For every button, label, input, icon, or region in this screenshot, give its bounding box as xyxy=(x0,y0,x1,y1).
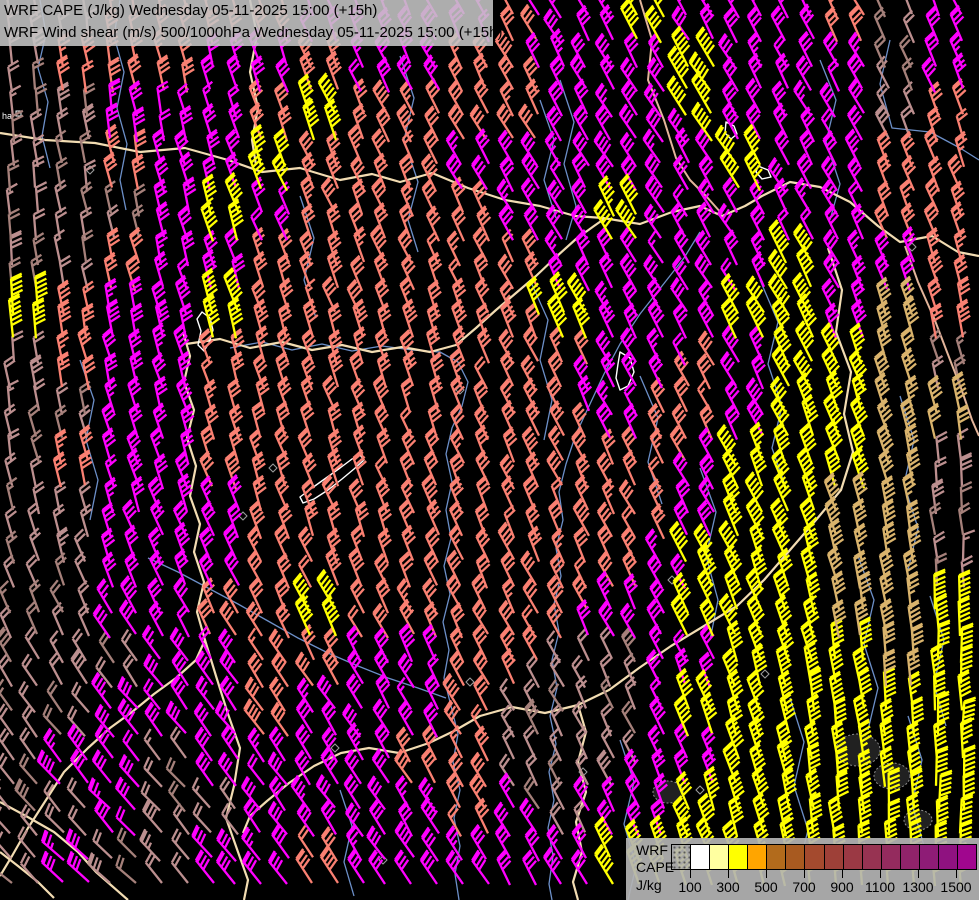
legend-cell xyxy=(861,845,881,869)
cape-legend: WRF CAPE J/kg 100 300 500 700 900 1100 1300 150… xyxy=(626,838,979,900)
legend-title-cape: CAPE xyxy=(636,859,675,875)
legend-tick-label: 700 xyxy=(792,879,816,895)
legend-cell xyxy=(899,845,919,869)
legend-tick xyxy=(690,869,691,878)
legend-cell xyxy=(690,845,710,869)
legend-cell xyxy=(766,845,786,869)
city-marker xyxy=(695,785,705,795)
legend-cell xyxy=(804,845,824,869)
wind-barbs-magenta xyxy=(36,0,967,886)
title-bar: WRF CAPE (J/kg) Wednesday 05-11-2025 15:… xyxy=(0,0,503,46)
legend-cell xyxy=(918,845,938,869)
wind-barbs-dark-brown xyxy=(0,0,973,884)
city-marker xyxy=(465,677,475,687)
legend-tick xyxy=(728,869,729,878)
legend-cell xyxy=(823,845,843,869)
legend-tick xyxy=(956,869,957,878)
legend-cell xyxy=(785,845,805,869)
legend-cell xyxy=(842,845,862,869)
city-marker xyxy=(268,463,278,473)
legend-cell xyxy=(747,845,767,869)
legend-cell xyxy=(956,845,976,869)
weather-map-screen: ha WRF CAPE (J/kg) Wednesday 05-11-2025 … xyxy=(0,0,979,900)
wind-barbs-tan-khaki xyxy=(823,275,970,687)
city-marker xyxy=(760,669,770,679)
legend-tick xyxy=(804,869,805,878)
legend-tick xyxy=(766,869,767,878)
legend-tick-label: 500 xyxy=(754,879,778,895)
legend-cell xyxy=(728,845,748,869)
legend-tick-label: 1500 xyxy=(940,879,972,895)
legend-cell xyxy=(672,845,691,869)
city-label-fragment: ha xyxy=(2,111,12,121)
legend-cell xyxy=(937,845,957,869)
legend-title-unit: J/kg xyxy=(636,877,662,893)
legend-tick xyxy=(880,869,881,878)
city-marker xyxy=(330,743,340,753)
legend-title-wrf: WRF xyxy=(636,842,668,858)
legend-tick xyxy=(842,869,843,878)
legend-tick-label: 900 xyxy=(830,879,854,895)
legend-tick-label: 300 xyxy=(716,879,740,895)
title-cape: WRF CAPE (J/kg) Wednesday 05-11-2025 15:… xyxy=(4,2,378,19)
legend-colorbar xyxy=(671,844,977,870)
country-border xyxy=(185,218,605,354)
weather-map-canvas: ha xyxy=(0,0,979,900)
country-border xyxy=(0,801,129,900)
legend-cell xyxy=(709,845,729,869)
legend-tick xyxy=(918,869,919,878)
legend-tick-label: 1100 xyxy=(864,879,896,895)
title-wind-shear: WRF Wind shear (m/s) 500/1000hPa Wednesd… xyxy=(4,24,503,41)
legend-tick-label: 100 xyxy=(678,879,702,895)
legend-cell xyxy=(880,845,900,869)
legend-tick-label: 1300 xyxy=(902,879,934,895)
